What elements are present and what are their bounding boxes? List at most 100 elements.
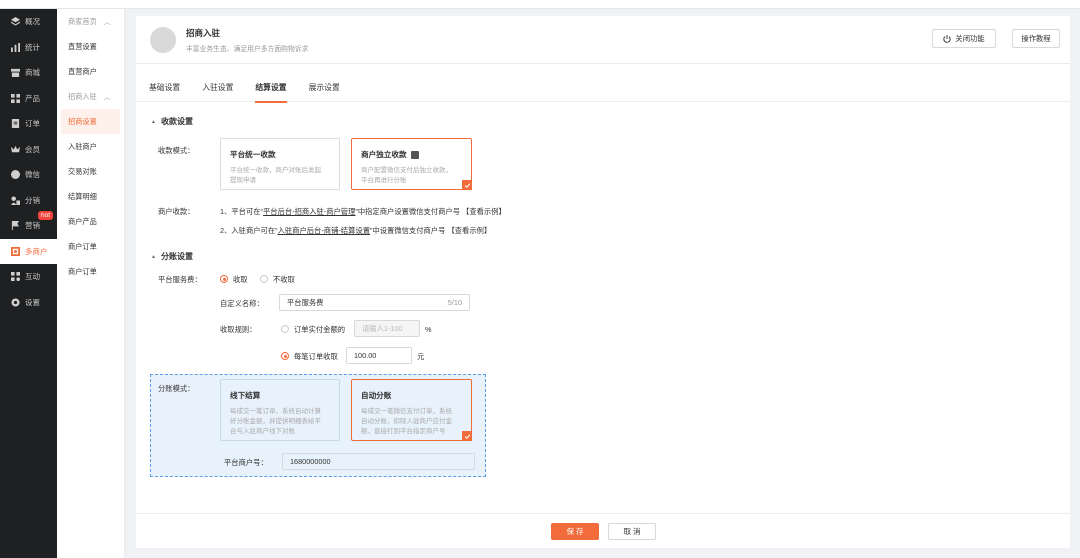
submenu-item-direct-settings[interactable]: 直营设置 [57,34,124,59]
nav-item-multi-merchant[interactable]: 多商户 [0,238,57,264]
close-feature-label: 关闭功能 [955,33,985,43]
crown-icon [11,145,20,154]
avatar [150,26,176,53]
custom-name-label: 自定义名称： [220,299,264,308]
cancel-button[interactable]: 取 消 [608,523,656,540]
nav-item-stats[interactable]: 统计 [0,35,57,61]
option-title: 自动分账 [361,391,392,400]
page-title: 招商入驻 [186,27,221,38]
hot-badge: hot [38,211,54,220]
fee-radio-collect[interactable]: 收取 [220,275,248,285]
nav-label: 营销 [25,221,40,231]
submenu-item-merchant-products[interactable]: 商户产品 [57,209,124,234]
line-text: 1、平台可在“ [220,207,263,216]
multi-merchant-icon [11,246,20,256]
radio-unchecked [281,325,289,333]
option-desc: 商户配置微信支付后独立收款， [361,167,452,174]
nav-item-products[interactable]: 产品 [0,86,57,112]
collect-section-title: ▲ 收款设置 [151,116,193,127]
radio-label: 订单实付金额的 [294,325,346,334]
submenu-group-recruit[interactable]: 招商入驻 ︿ [57,84,124,109]
tab-display[interactable]: 展示设置 [309,72,340,102]
section-title-text: 分账设置 [160,252,193,261]
gear-icon [11,298,20,307]
check-icon [462,431,472,441]
option-title: 平台统一收款 [230,150,276,159]
distribution-icon [11,196,20,205]
nav-label: 商城 [25,68,40,78]
tab-join[interactable]: 入驻设置 [202,72,233,102]
nav-label: 概况 [25,17,40,27]
fixed-amount-input[interactable]: 100.00 [346,347,412,364]
submenu-item-reconciliation[interactable]: 交易对账 [57,159,124,184]
submenu-item-merchant-orders-2[interactable]: 商户订单 [57,259,124,284]
view-example-link-2[interactable]: 【查看示例】 [447,226,491,235]
option-desc: 好分账金额，并提供明细表给平 [230,418,321,425]
nav-item-distribution[interactable]: 分销 [0,188,57,214]
radio-label: 收取 [233,275,248,284]
split-mode-label: 分账模式： [158,384,195,393]
merchant-admin-link[interactable]: 入驻商户后台-商铺-结算设置 [278,226,370,235]
option-desc: 平台再进行分账 [361,177,407,184]
option-title: 商户独立收款 [361,150,407,159]
main-panel: 招商入驻 丰富业务生态、满足用户多方面购物诉求 关闭功能 操作教程 基础设置 入… [136,16,1070,548]
submenu-item-recruit-settings[interactable]: 招商设置 [61,109,120,134]
caret-icon: ▲ [151,118,156,125]
section-title-text: 收款设置 [160,117,193,126]
submenu-group-label: 商家首页 [68,16,97,26]
merchant-no-input[interactable]: 1680000000 [282,453,475,470]
save-button[interactable]: 保 存 [551,523,599,540]
line-text: ”中指定商户设置微信支付商户号 [355,207,460,216]
nav-label: 统计 [25,42,40,52]
layers-icon [11,17,20,26]
option-auto-split[interactable]: 自动分账 每成交一笔微信支付订单，系统 自动分账，扣除入驻商户应付金 额，直接打到平… [351,379,472,441]
radio-checked [281,352,289,360]
view-example-link-1[interactable]: 【查看示例】 [462,207,506,216]
interact-icon [11,272,20,282]
percent-input[interactable]: 请输入1-100 [354,320,420,337]
submenu-item-merchant-orders[interactable]: 商户订单 [57,234,124,259]
sub-menu: 商家首页 ︿ 直营设置 直营商户 招商入驻 ︿ 招商设置 入驻商户 交易对账 结算明… [57,9,125,558]
submenu-group-home[interactable]: 商家首页 ︿ [57,9,124,34]
option-desc: 额，直接打到平台指定商户号 [361,428,446,435]
line-text: 2、入驻商户可在“ [220,226,278,235]
fee-radio-no-collect[interactable]: 不收取 [260,275,295,285]
option-merchant-collect[interactable]: 商户独立收款 商户配置微信支付后独立收款， 平台再进行分账 [351,138,472,190]
nav-item-settings[interactable]: 设置 [0,290,57,316]
nav-item-overview[interactable]: 概况 [0,9,57,35]
nav-label: 会员 [25,144,40,154]
merchant-collect-line-1: 1、平台可在“平台后台-招商入驻-商户管理”中指定商户设置微信支付商户号 【查看… [220,207,506,217]
nav-item-members[interactable]: 会员 [0,137,57,163]
nav-item-marketing[interactable]: 营销 hot [0,211,57,239]
merchant-collect-label: 商户收款： [158,207,195,216]
tutorial-button[interactable]: 操作教程 [1012,29,1060,48]
merchant-no-label: 平台商户号： [224,458,268,467]
submenu-item-joined-merchants[interactable]: 入驻商户 [57,134,124,159]
caret-icon: ▲ [151,253,156,260]
custom-name-input[interactable]: 平台服务费 5/10 [279,294,470,311]
line-text: ”中设置微信支付商户号 [370,226,446,235]
nav-item-orders[interactable]: 订单 [0,111,57,137]
submenu-item-settlement-details[interactable]: 结算明细 [57,184,124,209]
nav-label: 分销 [25,195,40,205]
rule-radio-percent[interactable]: 订单实付金额的 [281,325,345,335]
radio-unchecked [260,275,268,283]
submenu-item-direct-merchants[interactable]: 直营商户 [57,59,124,84]
rule-radio-fixed[interactable]: 每笔订单收取 [281,352,338,362]
close-feature-button[interactable]: 关闭功能 [932,29,996,48]
option-desc: 提现申请 [230,177,256,184]
tab-basic[interactable]: 基础设置 [149,72,180,102]
option-offline-settlement[interactable]: 线下结算 每成交一笔订单，系统自动计算 好分账金额，并提供明细表给平 台与入驻商户线… [220,379,340,441]
fixed-unit: 元 [417,352,425,361]
option-platform-collect[interactable]: 平台统一收款 平台统一收款，商户对账后发起 提现申请 [220,138,340,190]
char-counter: 5/10 [447,298,462,307]
radio-label: 每笔订单收取 [294,352,338,361]
platform-admin-link[interactable]: 平台后台-招商入驻-商户管理 [263,207,355,216]
nav-item-interact[interactable]: 互动 [0,264,57,290]
nav-item-store[interactable]: 商城 [0,60,57,86]
nav-label: 设置 [25,297,40,307]
option-desc: 每成交一笔订单，系统自动计算 [230,408,321,415]
nav-item-wechat[interactable]: 微信 [0,162,57,188]
input-value: 平台服务费 [287,297,324,307]
tab-settlement[interactable]: 结算设置 [255,72,287,103]
